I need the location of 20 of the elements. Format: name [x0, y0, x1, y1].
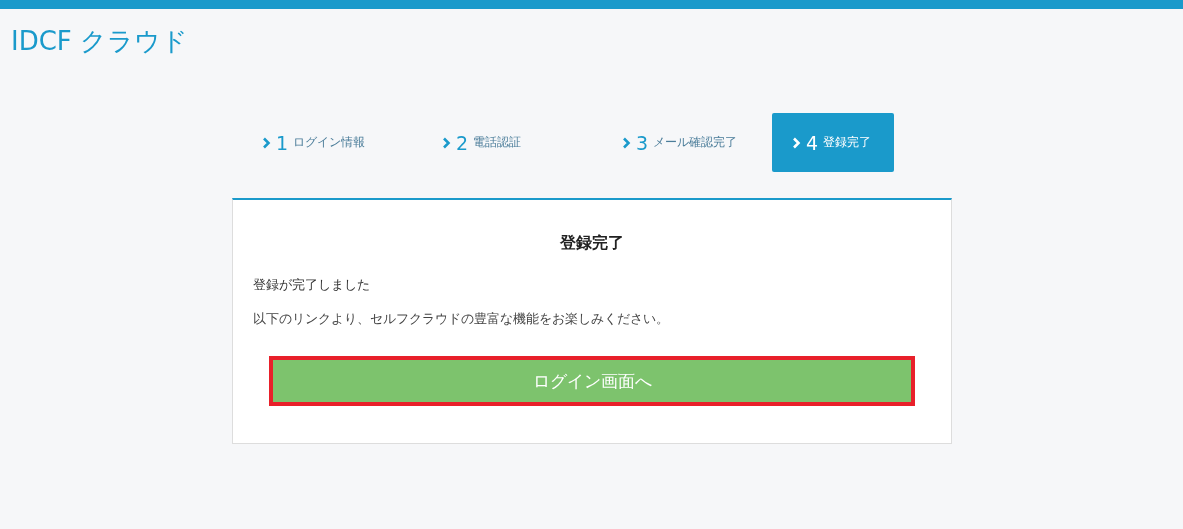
chevron-icon [262, 136, 271, 149]
step-tab[interactable]: 3 メール確認完了 [592, 113, 772, 172]
step-label: 電話認証 [473, 134, 522, 151]
step-tab[interactable]: 4 登録完了 [772, 113, 894, 172]
chevron-icon [792, 136, 801, 149]
step-label: ログイン情報 [293, 134, 366, 151]
message: 登録が完了しました [253, 276, 371, 294]
description: 以下のリンクより、セルフクラウドの豊富な機能をお楽しみください。 [253, 310, 670, 328]
step-number: 4 [806, 131, 819, 154]
chevron-icon [442, 136, 451, 149]
step-label: 登録完了 [823, 134, 872, 151]
logo: IDCF クラウド [10, 25, 189, 58]
step-tab[interactable]: 2 電話認証 [412, 113, 592, 172]
step-label: メール確認完了 [653, 134, 738, 151]
chevron-icon [622, 136, 631, 149]
card-title: 登録完了 [559, 233, 625, 254]
step-number: 3 [636, 131, 649, 154]
step-number: 2 [456, 131, 469, 154]
step-number: 1 [276, 131, 289, 154]
step-tab[interactable]: 1 ログイン情報 [232, 113, 412, 172]
